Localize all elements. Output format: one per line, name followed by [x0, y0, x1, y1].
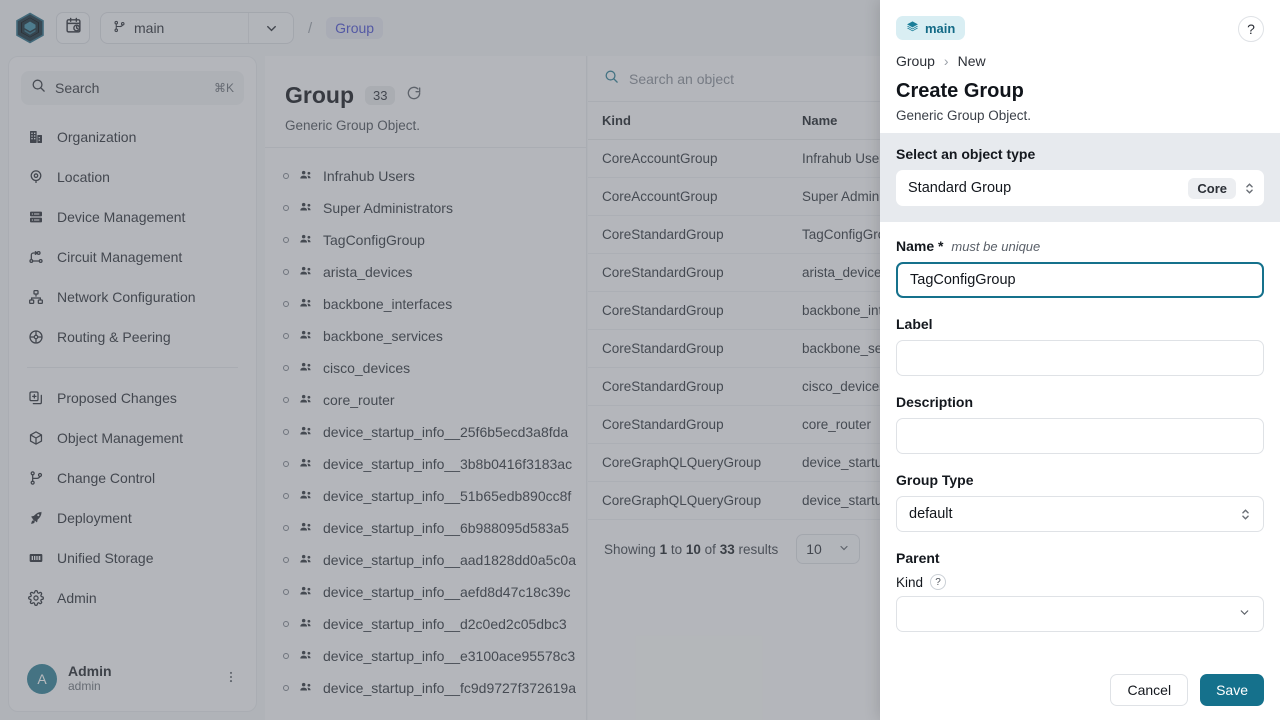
required-marker: *	[938, 238, 944, 254]
field-name-label: Name * must be unique	[896, 238, 1264, 254]
field-label-group: Label	[896, 316, 1264, 376]
create-group-drawer: main ? Group › New Create Group Generic …	[880, 0, 1280, 720]
drawer-header: main ? Group › New Create Group Generic …	[880, 0, 1280, 133]
chevron-down-icon	[1238, 606, 1251, 622]
object-type-section: Select an object type Standard Group Cor…	[880, 133, 1280, 222]
question-icon: ?	[1247, 21, 1255, 37]
description-input[interactable]	[896, 418, 1264, 454]
parent-kind-label-row: Kind ?	[896, 574, 1264, 590]
object-type-value: Standard Group	[908, 180, 1012, 196]
group-type-value: default	[909, 506, 953, 522]
parent-kind-select[interactable]	[896, 596, 1264, 632]
field-group-type-label: Group Type	[896, 472, 974, 488]
name-input[interactable]: TagConfigGroup	[896, 262, 1264, 298]
drawer-title: Create Group	[896, 80, 1024, 102]
save-button[interactable]: Save	[1200, 674, 1264, 706]
drawer-subtitle: Generic Group Object.	[896, 108, 1032, 123]
field-parent: Parent Kind ?	[896, 550, 1264, 632]
field-label-text: Label	[896, 316, 933, 332]
namespace-chip: Core	[1188, 177, 1236, 199]
parent-kind-label: Kind	[896, 574, 924, 590]
breadcrumb-root[interactable]: Group	[896, 53, 935, 69]
field-group-type: Group Type default	[896, 472, 1264, 532]
branch-badge-label: main	[925, 20, 956, 36]
help-button[interactable]: ?	[1238, 16, 1264, 42]
up-down-chevrons-icon	[1240, 506, 1251, 523]
question-icon[interactable]: ?	[930, 574, 947, 590]
branch-badge[interactable]: main	[896, 16, 966, 40]
object-type-select[interactable]: Standard Group Core	[896, 170, 1264, 206]
chevron-right-icon: ›	[943, 53, 949, 69]
object-type-label: Select an object type	[896, 146, 1036, 162]
group-type-select[interactable]: default	[896, 496, 1264, 532]
field-description: Description	[896, 394, 1264, 454]
layers-icon	[906, 20, 919, 36]
app-root: main / Group Search ⌘K Organization Loca…	[0, 0, 1280, 720]
cancel-button[interactable]: Cancel	[1110, 674, 1189, 706]
parent-section-label: Parent	[896, 550, 940, 566]
up-down-chevrons-icon	[1244, 180, 1255, 197]
drawer-form: Name * must be unique TagConfigGroup Lab…	[880, 222, 1280, 662]
field-name-text: Name	[896, 238, 935, 254]
field-name-hint: must be unique	[951, 239, 1041, 254]
label-input[interactable]	[896, 340, 1264, 376]
drawer-footer: Cancel Save	[880, 662, 1280, 720]
breadcrumb-current: New	[957, 53, 986, 69]
field-name: Name * must be unique TagConfigGroup	[896, 238, 1264, 298]
name-input-value: TagConfigGroup	[910, 272, 1016, 288]
breadcrumb: Group › New	[896, 53, 1264, 69]
field-description-label: Description	[896, 394, 974, 410]
